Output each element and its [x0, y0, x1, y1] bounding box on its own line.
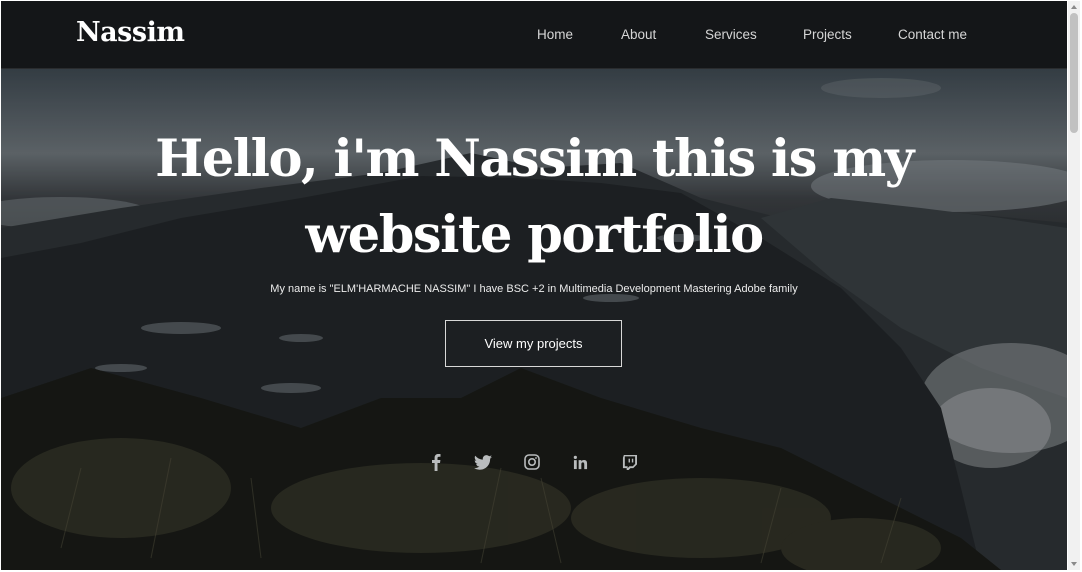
hero-title: Hello, i'm Nassim this is my website por… — [1, 121, 1067, 273]
scroll-up-arrow-icon[interactable] — [1071, 5, 1077, 9]
view-projects-button[interactable]: View my projects — [445, 320, 622, 367]
hero-subtitle: My name is "ELM'HARMACHE NASSIM" I have … — [270, 283, 798, 295]
linkedin-icon[interactable] — [570, 452, 590, 472]
page-scrollbar[interactable] — [1068, 1, 1080, 570]
hero-title-line-1: Hello, i'm Nassim this is my — [155, 129, 914, 189]
browser-viewport: Nassim Home About Services Projects Cont… — [1, 1, 1067, 570]
nav-link-projects[interactable]: Projects — [803, 27, 852, 42]
scroll-down-arrow-icon[interactable] — [1071, 562, 1077, 566]
scrollbar-thumb[interactable] — [1070, 13, 1078, 133]
nav-link-home[interactable]: Home — [537, 27, 573, 42]
nav-link-contact[interactable]: Contact me — [898, 27, 967, 42]
twitch-icon[interactable] — [619, 452, 639, 472]
instagram-icon[interactable] — [522, 452, 542, 472]
navbar: Nassim Home About Services Projects Cont… — [1, 1, 1067, 69]
nav-link-services[interactable]: Services — [705, 27, 757, 42]
nav-link-about[interactable]: About — [621, 27, 656, 42]
facebook-icon[interactable] — [426, 452, 446, 472]
site-logo[interactable]: Nassim — [76, 17, 185, 48]
hero-title-line-2: website portfolio — [305, 205, 764, 265]
twitter-icon[interactable] — [473, 452, 493, 472]
